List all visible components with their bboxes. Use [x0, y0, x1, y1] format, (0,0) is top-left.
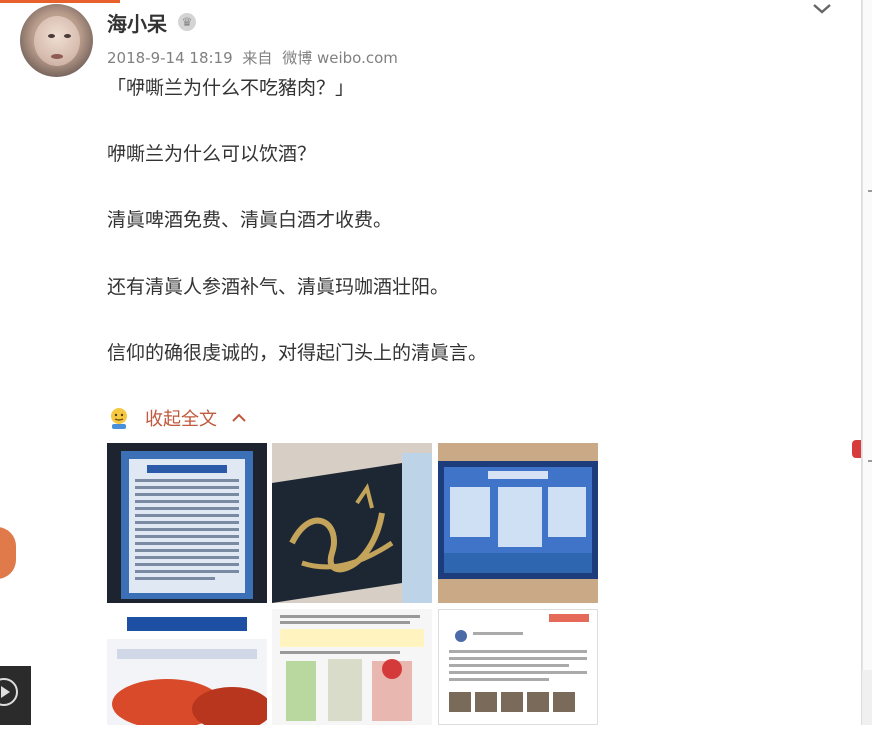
sign-board-photo[interactable]: [107, 443, 267, 603]
side-float-marker[interactable]: [852, 440, 861, 458]
collapse-full-text-button[interactable]: 收起全文: [107, 404, 247, 432]
avatar-eye-right: [64, 34, 71, 38]
page-scrollbar-thumb[interactable]: [862, 0, 872, 670]
post-date[interactable]: 2018-9-14 18:19: [107, 49, 233, 67]
chevron-up-icon[interactable]: [231, 412, 247, 424]
username[interactable]: 海小呆: [107, 8, 167, 37]
source-prefix: 来自: [242, 49, 273, 67]
chat-screenshot[interactable]: [438, 609, 598, 725]
collapse-label[interactable]: 收起全文: [145, 405, 217, 431]
wall-poster-photo[interactable]: [438, 443, 598, 603]
crown-icon[interactable]: ♛: [178, 13, 196, 31]
top-accent-bar: [0, 0, 120, 3]
calligraphy-photo[interactable]: [272, 443, 432, 603]
post-meta: 2018-9-14 18:19 来自 微博 weibo.com: [107, 47, 403, 68]
liquor-bottles-screenshot[interactable]: [272, 609, 432, 725]
scroll-marker: [868, 460, 872, 462]
chevron-down-icon[interactable]: [810, 0, 834, 18]
post-line: 「咿嘶兰为什么不吃豬肉？」: [107, 77, 355, 99]
media-control[interactable]: [0, 666, 31, 725]
post-line: 清眞啤酒免费、清眞白酒才收费。: [107, 209, 393, 231]
avatar[interactable]: [20, 4, 93, 77]
post-line: 还有清眞人参酒补气、清眞玛咖酒壮阳。: [107, 276, 450, 298]
post-line: 信仰的确很虔诚的，对得起门头上的清眞言。: [107, 342, 488, 364]
post-line: 咿嘶兰为什么可以饮酒？: [107, 143, 317, 165]
scroll-marker: [868, 190, 872, 192]
doge-emoji-icon: [111, 408, 127, 429]
floating-action-button[interactable]: [0, 527, 16, 579]
avatar-mouth: [51, 54, 63, 59]
restaurant-sign-photo[interactable]: [107, 609, 267, 725]
post-source[interactable]: 微博 weibo.com: [282, 49, 398, 67]
avatar-eye-left: [48, 34, 55, 38]
